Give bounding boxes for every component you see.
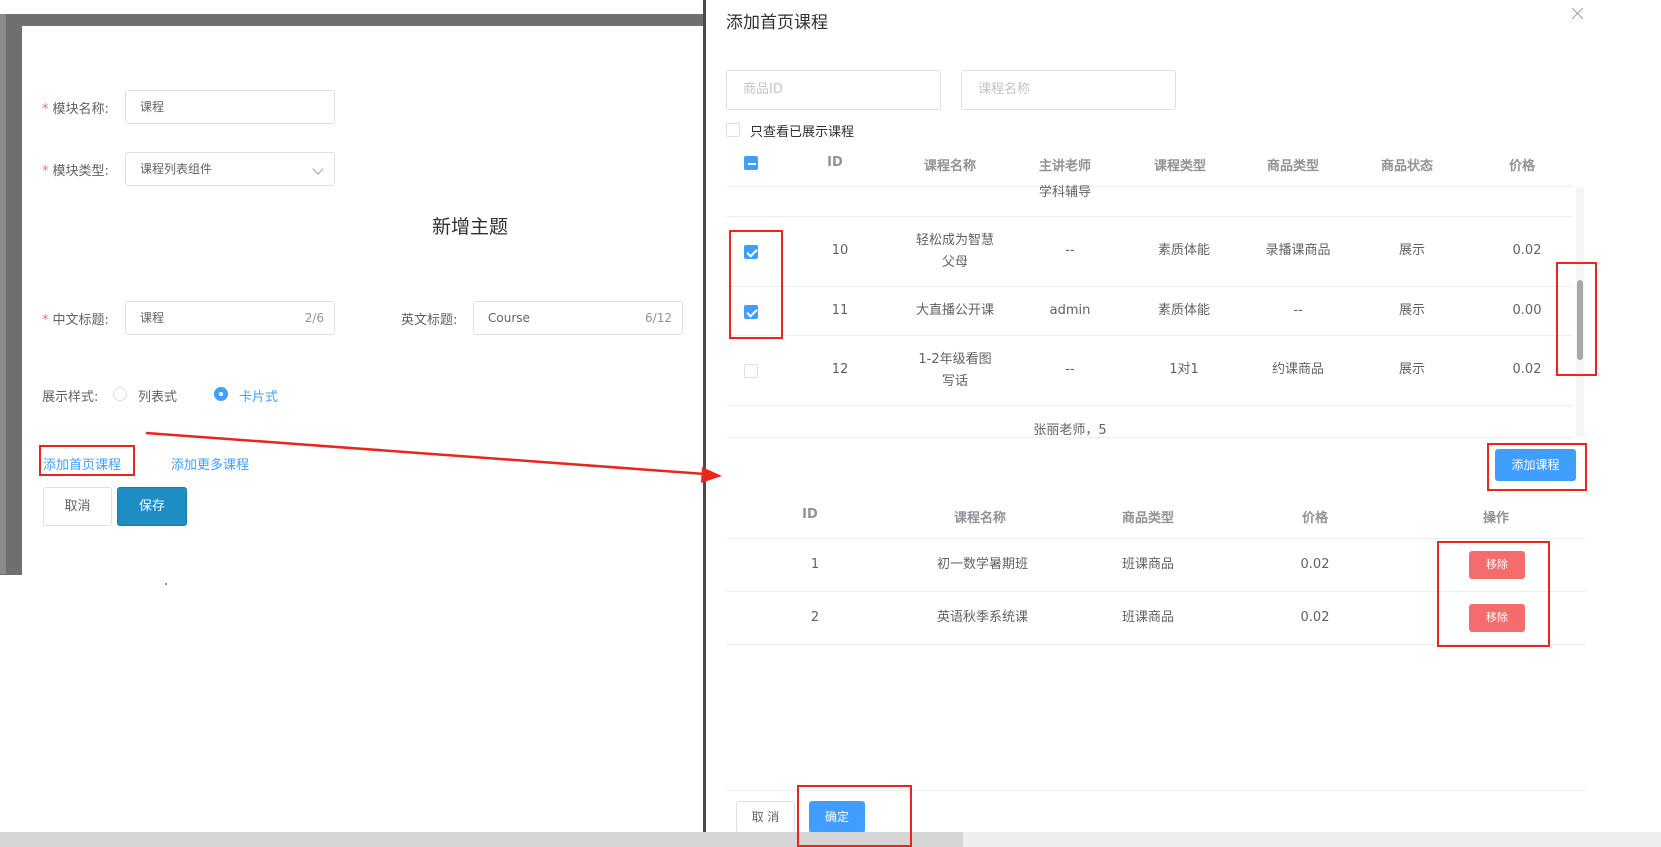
- annotation-arrow: [145, 431, 722, 483]
- annotation-arrow-line: [145, 431, 706, 476]
- annotation-arrow-head: [701, 467, 722, 483]
- screenshot-canvas: * 模块名称: 课程 * 模块类型: 课程列表组件 新增主题 * 中文标题: 课程 2/…: [0, 0, 1661, 847]
